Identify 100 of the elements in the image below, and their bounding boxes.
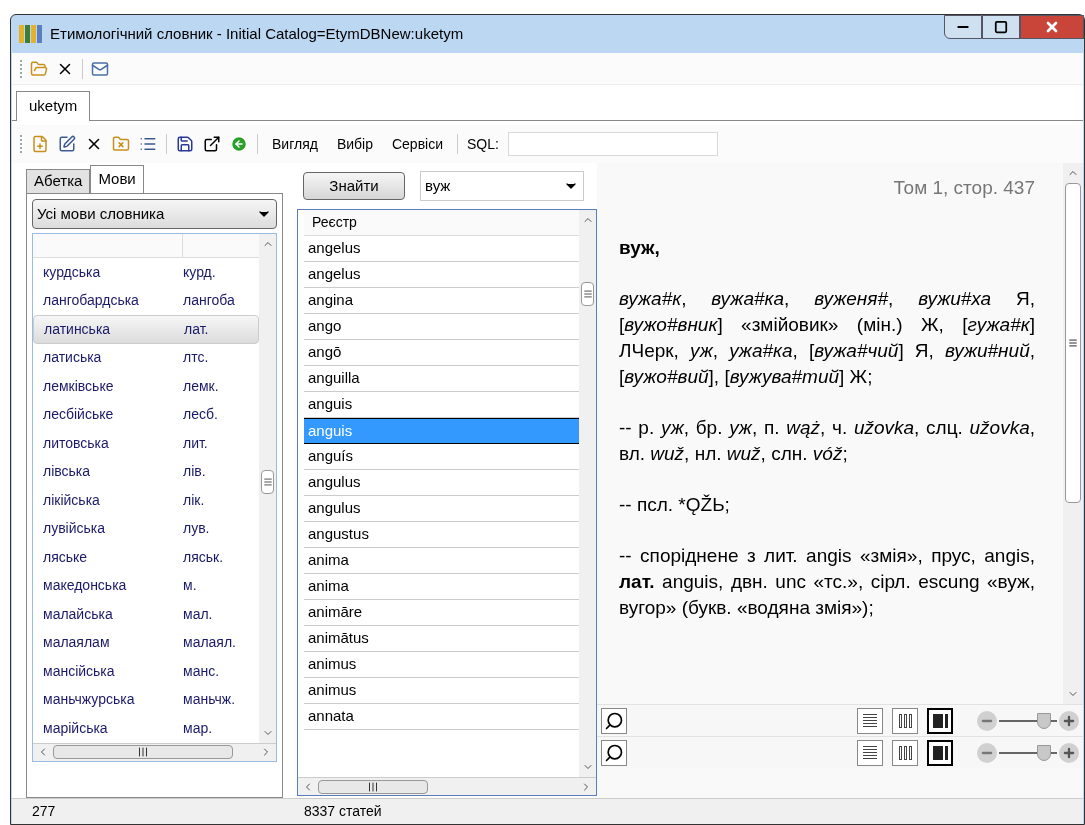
article-paragraph: вужа#к, вужа#ка, вуженя#, вужи#ха Я, [вужо#вник] «змійовик» (мін.) Ж, [гужа#к] ЛЧерк, уж, ужа#ка, [вужа#чий] Я, вужи#ний, [вужо#вий], [вужува#тий] Ж; <box>619 287 1035 389</box>
folder-remove-icon[interactable] <box>112 135 130 153</box>
document-tab[interactable]: uketym <box>16 91 91 121</box>
language-name: латинська <box>43 319 112 339</box>
language-row[interactable]: латиська лтс. <box>33 343 259 372</box>
menu-item[interactable]: Вигляд <box>267 133 323 155</box>
maximize-icon[interactable] <box>994 20 1008 34</box>
language-row[interactable]: латинська лат. <box>33 315 259 344</box>
language-dropdown[interactable]: Усі мови словника <box>32 199 277 229</box>
vertical-scrollbar[interactable] <box>1063 163 1083 704</box>
language-abbreviation: курд. <box>183 262 216 282</box>
register-row[interactable]: anguís <box>304 444 579 470</box>
language-row[interactable]: македонська м. <box>33 571 259 600</box>
language-row[interactable]: марійська мар. <box>33 714 259 743</box>
envelope-icon[interactable] <box>91 59 109 78</box>
language-row[interactable]: лесбійське лесб. <box>33 400 259 429</box>
horizontal-scrollbar[interactable] <box>298 777 596 795</box>
status-text: 8337 статей <box>304 802 382 821</box>
register-row[interactable]: animus <box>304 652 579 678</box>
find-button[interactable]: Знайти <box>303 172 405 200</box>
register-row[interactable]: annata <box>304 704 579 730</box>
menu-item[interactable]: Сервіси <box>386 133 449 155</box>
panel-tab[interactable]: Мови <box>90 165 144 193</box>
back-icon[interactable] <box>230 135 248 153</box>
language-abbreviation: лесб. <box>183 405 218 425</box>
language-name: малаялам <box>42 633 111 653</box>
export-icon[interactable] <box>203 135 221 153</box>
view-mode-button[interactable] <box>927 707 953 734</box>
search-combobox[interactable]: вуж <box>420 171 584 201</box>
panel-tab[interactable]: Абетка <box>26 169 91 193</box>
language-row[interactable]: лангобардська лангоба <box>33 286 259 315</box>
register-row[interactable]: animus <box>304 678 579 704</box>
page-reference: Том 1, стор. 437 <box>892 176 1035 200</box>
language-row[interactable]: маньчжурська маньчж. <box>33 685 259 714</box>
view-mode-button[interactable] <box>857 707 883 734</box>
register-row[interactable]: animāre <box>304 600 579 626</box>
language-abbreviation: малаял. <box>183 633 236 653</box>
language-name: ляське <box>42 547 89 567</box>
language-name: лемківське <box>42 376 115 396</box>
language-abbreviation: лів. <box>183 462 206 482</box>
language-row[interactable]: лікійська лік. <box>33 486 259 515</box>
language-row[interactable]: ляське ляськ. <box>33 543 259 572</box>
vertical-scrollbar[interactable] <box>259 234 276 743</box>
register-row[interactable]: angelus <box>304 236 579 262</box>
zoom-slider[interactable] <box>999 742 1057 763</box>
close-button[interactable] <box>1020 15 1084 39</box>
maximize-button[interactable] <box>982 15 1020 39</box>
view-mode-button[interactable] <box>892 739 918 766</box>
language-name: лангобардська <box>42 291 140 311</box>
register-row[interactable]: angina <box>304 288 579 314</box>
register-row[interactable]: angelus <box>304 262 579 288</box>
view-mode-button[interactable] <box>857 739 883 766</box>
zoom-slider[interactable] <box>999 710 1057 731</box>
register-row[interactable]: angō <box>304 340 579 366</box>
grip-icon[interactable] <box>137 746 149 758</box>
view-mode-button[interactable] <box>892 707 918 734</box>
register-row[interactable]: anima <box>304 548 579 574</box>
edit-icon[interactable] <box>58 135 76 153</box>
grip-icon[interactable] <box>1068 338 1078 348</box>
save-icon[interactable] <box>176 135 194 153</box>
language-name: лікійська <box>42 490 101 510</box>
register-row[interactable]: anima <box>304 574 579 600</box>
language-name: мансійська <box>42 661 116 681</box>
register-row[interactable]: angulus <box>304 496 579 522</box>
language-name: латиська <box>42 348 103 368</box>
register-row[interactable]: ango <box>304 314 579 340</box>
grip-icon[interactable] <box>582 289 593 299</box>
open-folder-icon[interactable] <box>30 59 48 78</box>
menu-item[interactable]: Вибір <box>331 133 378 155</box>
grip-icon[interactable] <box>262 477 273 487</box>
language-abbreviation: мал. <box>183 604 213 624</box>
register-row[interactable]: angulus <box>304 470 579 496</box>
minimize-button[interactable] <box>944 15 982 39</box>
slider-thumb[interactable] <box>1037 712 1052 729</box>
language-abbreviation: манс. <box>183 661 220 681</box>
language-abbreviation: лік. <box>183 490 205 510</box>
register-row[interactable]: anguilla <box>304 366 579 392</box>
language-abbreviation: мар. <box>183 718 213 738</box>
column-header[interactable]: Реєстр <box>304 210 579 236</box>
language-row[interactable]: лувійська лув. <box>33 514 259 543</box>
language-row[interactable]: лівська лів. <box>33 457 259 486</box>
language-row[interactable]: литовська лит. <box>33 429 259 458</box>
register-row[interactable]: angustus <box>304 522 579 548</box>
list-icon[interactable] <box>139 135 157 153</box>
language-name: маньчжурська <box>42 690 136 710</box>
register-row[interactable]: animātus <box>304 626 579 652</box>
horizontal-scrollbar[interactable] <box>33 742 276 761</box>
language-name: малайська <box>42 604 114 624</box>
language-row[interactable]: малайська мал. <box>33 600 259 629</box>
view-mode-button[interactable] <box>927 739 953 766</box>
language-row[interactable]: курдська курд. <box>33 258 259 287</box>
vertical-scrollbar[interactable] <box>579 210 596 777</box>
slider-thumb[interactable] <box>1037 744 1052 761</box>
grip-icon[interactable] <box>367 780 379 793</box>
sql-field[interactable] <box>507 132 718 156</box>
sql-label: SQL: <box>467 134 499 154</box>
language-row[interactable]: лемківське лемк. <box>33 372 259 401</box>
language-row[interactable]: мансійська манс. <box>33 657 259 686</box>
language-row[interactable]: малаялам малаял. <box>33 628 259 657</box>
new-document-icon[interactable] <box>31 135 49 153</box>
